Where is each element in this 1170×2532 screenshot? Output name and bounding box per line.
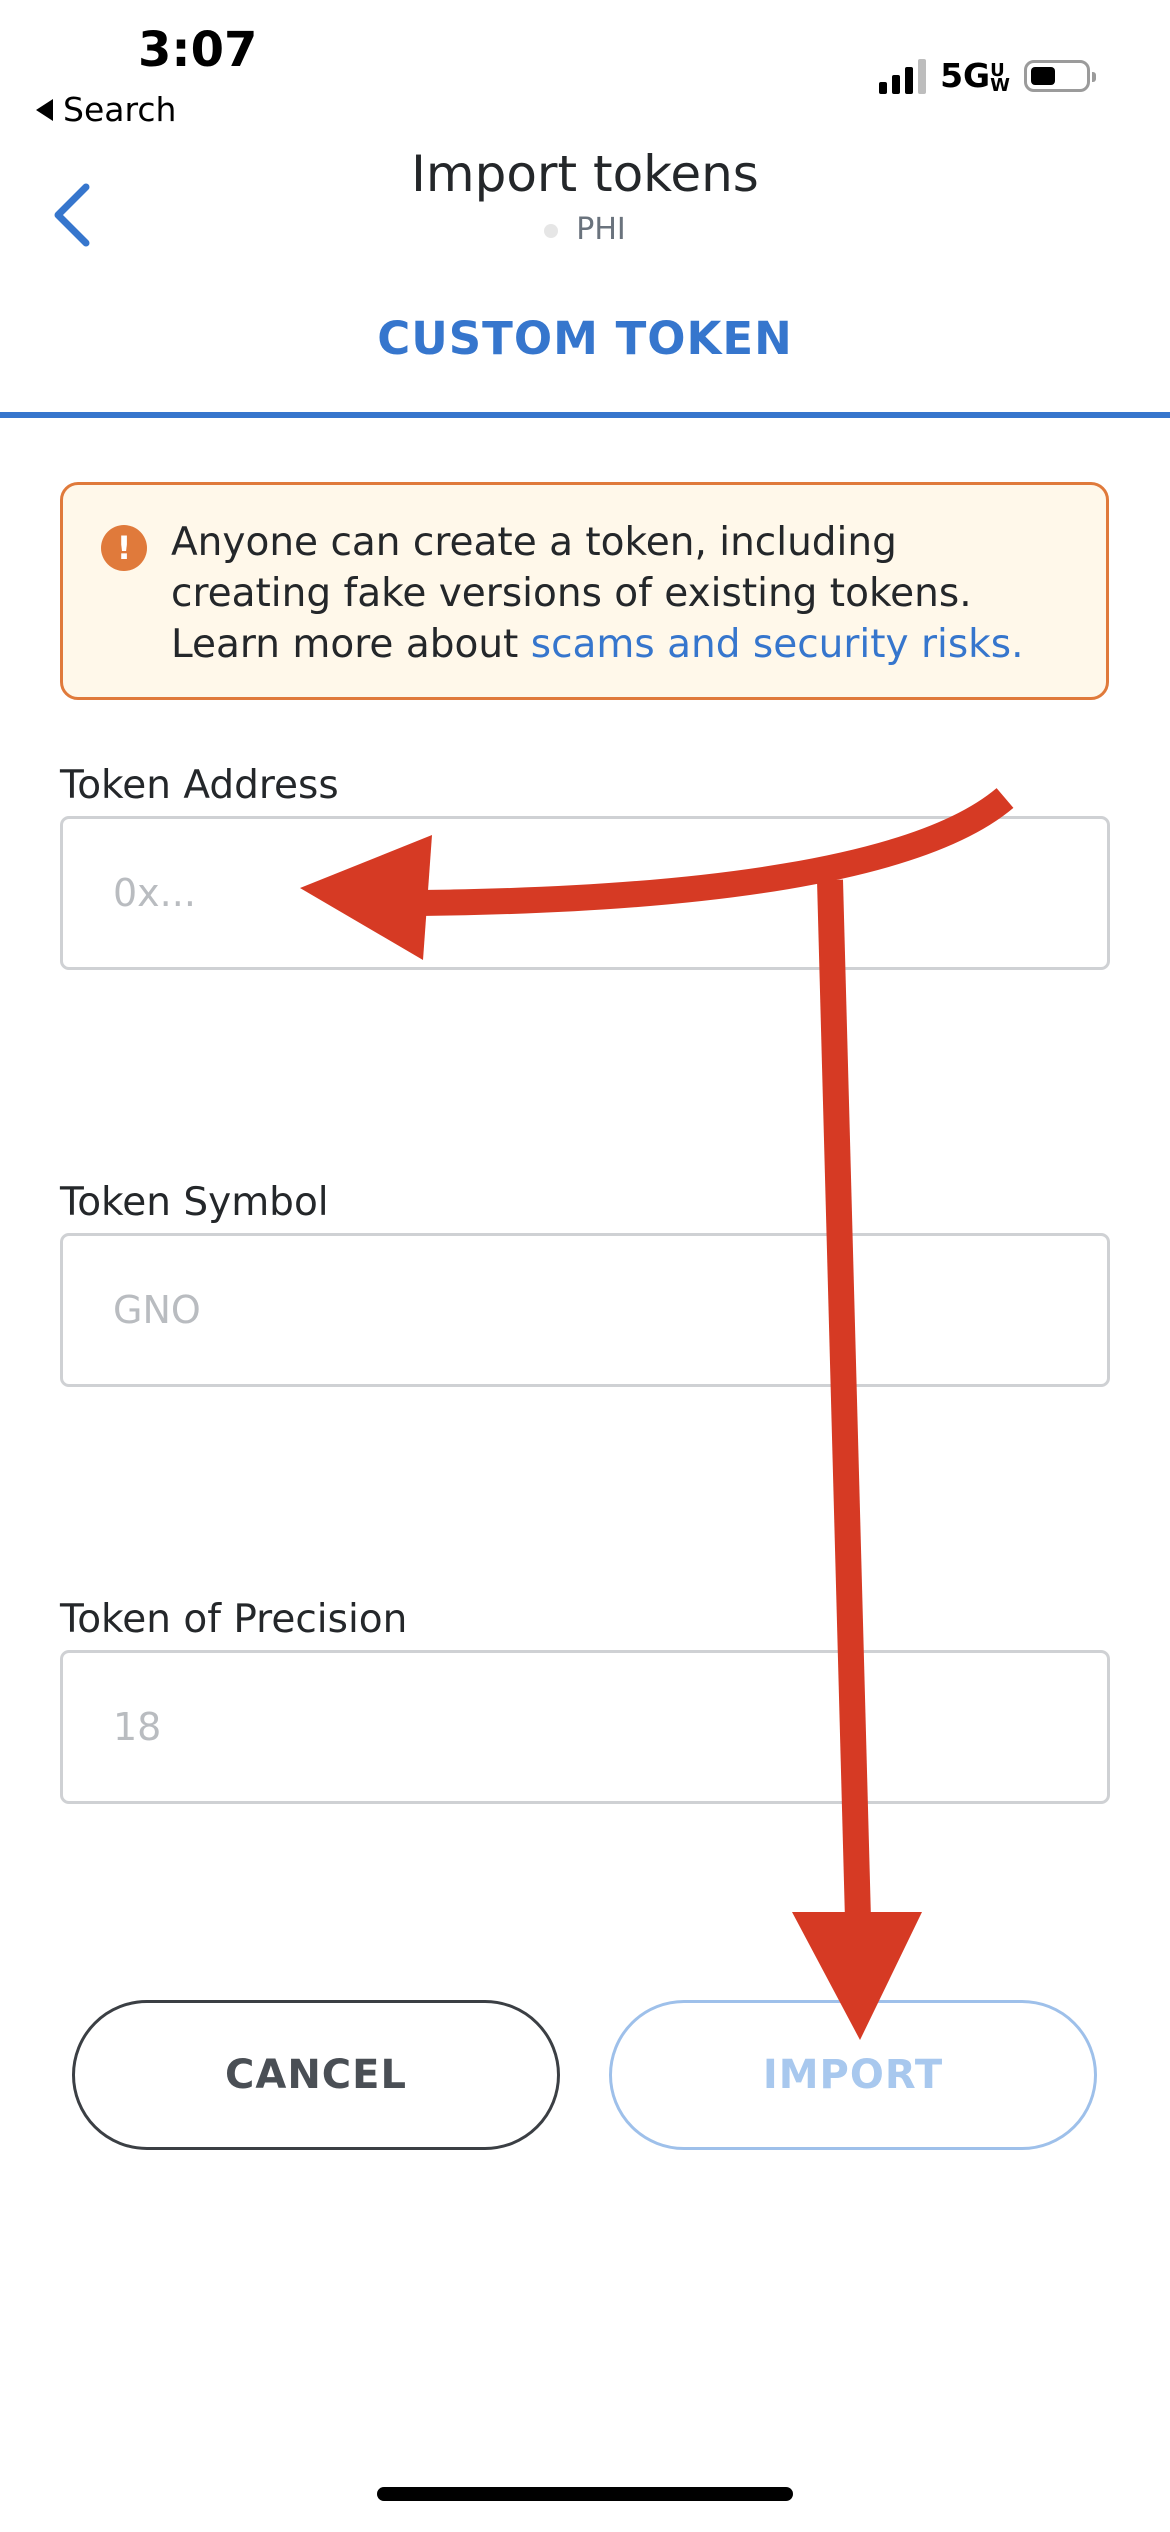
status-time: 3:07	[138, 22, 258, 78]
exclamation-circle-icon: !	[101, 525, 147, 571]
token-address-label: Token Address	[60, 763, 339, 808]
status-icons: 5GU W	[879, 56, 1096, 96]
page-title: Import tokens	[411, 145, 759, 203]
tab-custom-token[interactable]: CUSTOM TOKEN	[0, 312, 1170, 365]
token-symbol-label: Token Symbol	[60, 1180, 329, 1225]
token-precision-label: Token of Precision	[60, 1597, 408, 1642]
import-button[interactable]: IMPORT	[609, 2000, 1097, 2150]
token-precision-placeholder: 18	[113, 1705, 162, 1749]
token-symbol-placeholder: GNO	[113, 1288, 201, 1332]
home-indicator[interactable]	[377, 2487, 793, 2501]
network-type-label: 5GU W	[940, 56, 1010, 96]
network-status-dot	[544, 223, 559, 238]
token-address-input[interactable]: 0x...	[60, 816, 1110, 970]
arrow-to-import-icon	[792, 879, 922, 2040]
token-precision-input[interactable]: 18	[60, 1650, 1110, 1804]
return-app-label: Search	[63, 90, 177, 129]
network-indicator: PHI	[0, 212, 1170, 247]
cancel-button[interactable]: CANCEL	[72, 2000, 560, 2150]
battery-icon	[1024, 59, 1096, 92]
scam-warning-banner: ! Anyone can create a token, including c…	[60, 482, 1109, 700]
token-address-placeholder: 0x...	[113, 871, 196, 915]
cellular-signal-icon	[879, 58, 927, 94]
scams-security-link[interactable]: scams and security risks.	[531, 622, 1024, 667]
tab-active-indicator	[0, 412, 1170, 418]
network-name: PHI	[576, 212, 626, 247]
token-symbol-input[interactable]: GNO	[60, 1233, 1110, 1387]
back-triangle-icon	[36, 98, 53, 121]
return-to-search-link[interactable]: Search	[36, 90, 176, 129]
